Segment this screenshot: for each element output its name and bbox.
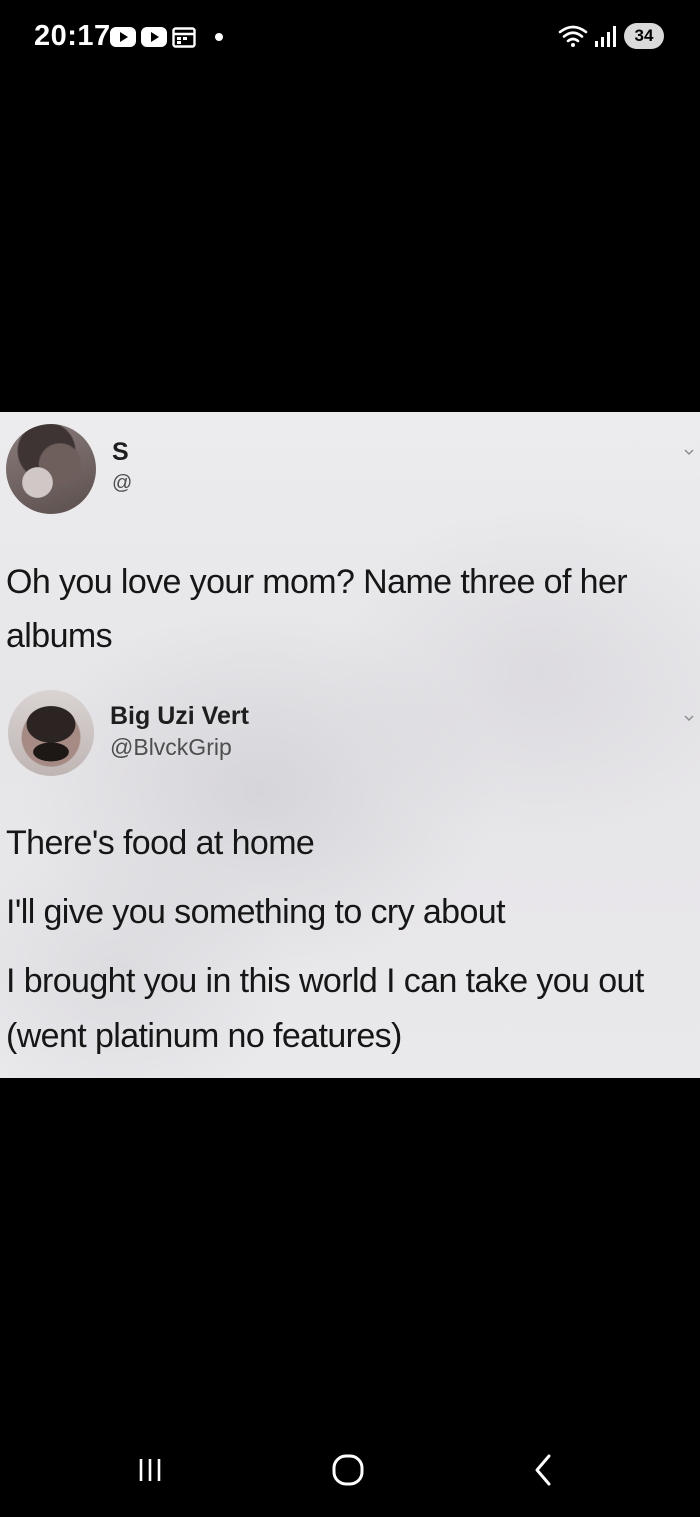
back-button[interactable]: [514, 1447, 574, 1497]
tweet-author-handle: @BlvckGrip: [110, 734, 232, 760]
chevron-down-icon: [684, 444, 694, 455]
tweet-text-line: Oh you love your mom? Name three of her: [6, 563, 628, 601]
tweet-text-line: (went platinum no features): [6, 1017, 402, 1055]
status-bar: 20:17 34: [0, 0, 700, 72]
tweet-text-line: There's food at home: [6, 824, 315, 862]
dot-icon: [215, 33, 223, 41]
calendar-icon: [172, 26, 196, 48]
tweet-author-name: Big Uzi Vert: [110, 702, 249, 730]
recent-apps-icon: [135, 1455, 165, 1490]
notification-icons: [110, 24, 223, 50]
tweet-author-name: S: [112, 438, 129, 466]
youtube-play-icon: [110, 27, 136, 47]
avatar: [8, 690, 94, 776]
home-icon: [331, 1453, 365, 1492]
tweet-author-handle: @: [112, 472, 133, 494]
battery-indicator: 34: [624, 23, 664, 49]
back-icon: [529, 1453, 559, 1492]
tweet-text-line: I'll give you something to cry about: [6, 893, 506, 931]
navigation-bar: [0, 1425, 700, 1517]
youtube-play-icon: [141, 27, 167, 47]
home-button[interactable]: [318, 1447, 378, 1497]
recent-apps-button[interactable]: [120, 1447, 180, 1497]
avatar: [6, 424, 96, 514]
meme-image: S @ Oh you love your mom? Name three of …: [0, 412, 700, 1078]
tweet-text-line: I brought you in this world I can take y…: [6, 962, 644, 1000]
wifi-icon: [558, 24, 588, 48]
system-icons: 34: [558, 22, 664, 50]
chevron-down-icon: [684, 710, 694, 721]
tweet-text-line: albums: [6, 617, 113, 655]
signal-icon: [594, 24, 618, 48]
status-time: 20:17: [34, 20, 111, 52]
